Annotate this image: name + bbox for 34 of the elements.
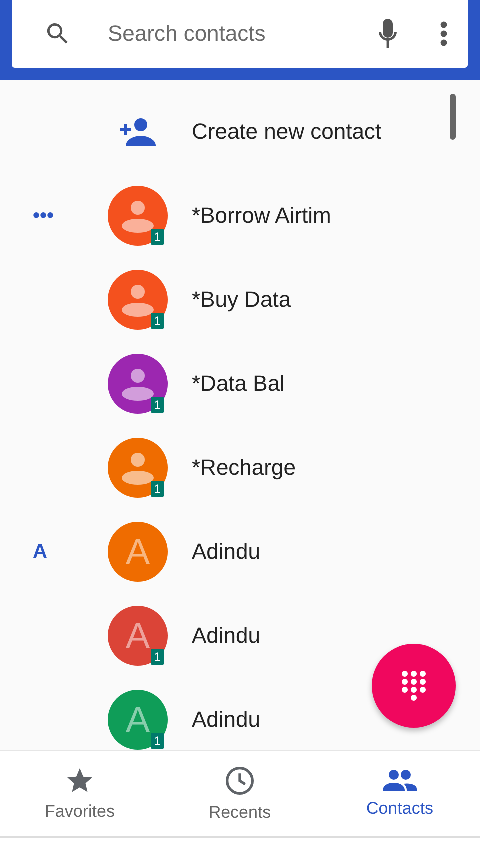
sim-badge: 1: [151, 481, 164, 497]
nav-tab[interactable]: Contacts: [320, 751, 480, 836]
sim-badge: 1: [151, 313, 164, 329]
contact-name[interactable]: *Recharge: [192, 455, 296, 481]
scrollbar: [450, 94, 456, 140]
add-person-icon[interactable]: [120, 118, 156, 146]
avatar-letter: A: [126, 531, 150, 573]
nav-tab[interactable]: Favorites: [0, 751, 160, 836]
sim-badge: 1: [151, 397, 164, 413]
sim-badge: 1: [151, 229, 164, 245]
sim-badge: 1: [151, 733, 164, 749]
sim-badge: 1: [151, 649, 164, 665]
person-icon: [121, 367, 155, 401]
people-icon: [383, 768, 417, 792]
contact-name[interactable]: Adindu: [192, 623, 261, 649]
person-icon: [121, 283, 155, 317]
contact-name[interactable]: *Buy Data: [192, 287, 292, 313]
avatar-letter: A: [126, 699, 150, 741]
avatar-letter: A: [126, 615, 150, 657]
person-icon: [121, 451, 155, 485]
section-header: •••: [33, 204, 54, 226]
microphone-icon[interactable]: [376, 18, 400, 50]
person-icon: [121, 199, 155, 233]
dialpad-icon: [401, 670, 427, 702]
nav-tab[interactable]: Recents: [160, 751, 320, 836]
contact-name[interactable]: Adindu: [192, 539, 261, 565]
dialpad-button[interactable]: [372, 644, 456, 728]
contact-name[interactable]: *Data Bal: [192, 371, 285, 397]
create-contact-link[interactable]: Create new contact: [192, 119, 382, 145]
clock-icon: [224, 764, 256, 796]
contact-name[interactable]: *Borrow Airtim: [192, 203, 332, 229]
more-options-icon[interactable]: [440, 21, 448, 47]
section-header: A: [33, 540, 48, 562]
contact-name[interactable]: Adindu: [192, 707, 261, 733]
